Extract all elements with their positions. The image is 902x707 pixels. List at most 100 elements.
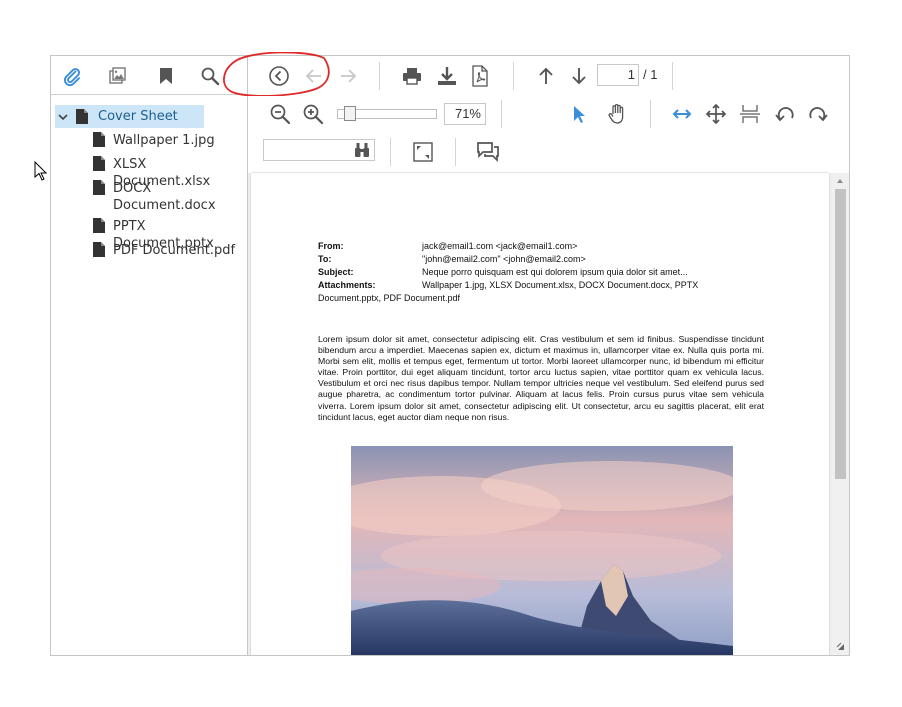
header-value: jack@email1.com <jack@email1.com>	[422, 241, 578, 251]
zoom-slider-thumb[interactable]	[344, 106, 356, 121]
document-icon	[93, 242, 105, 257]
vertical-scrollbar[interactable]	[832, 173, 848, 655]
history-forward-button[interactable]	[336, 64, 360, 88]
header-key: From:	[318, 241, 344, 251]
page-split-icon	[740, 105, 760, 123]
pan-tool-button[interactable]	[605, 102, 629, 126]
toolbar: 1 / 1 71%	[248, 56, 849, 173]
printer-icon	[403, 68, 421, 85]
rotate-right-icon	[809, 107, 828, 122]
find-button[interactable]	[352, 140, 372, 160]
images-icon	[109, 67, 126, 84]
fit-page-button[interactable]	[704, 102, 728, 126]
arrow-down-icon	[572, 68, 586, 85]
hand-icon	[608, 104, 624, 124]
fullscreen-button[interactable]	[411, 140, 435, 164]
annotation-highlight	[223, 52, 330, 96]
page-total: / 1	[643, 67, 658, 82]
tree-item-cover-sheet[interactable]: Cover Sheet	[55, 105, 204, 128]
toolbar-separator	[390, 138, 391, 166]
toolbar-separator	[455, 138, 456, 166]
toolbar-separator	[650, 100, 651, 128]
binoculars-icon	[355, 143, 369, 157]
header-value: "john@email2.com" <john@email2.com>	[422, 254, 586, 264]
sidebar: Cover Sheet Wallpaper 1.jpg XLSX Documen…	[51, 56, 248, 655]
mountain-photo	[351, 446, 733, 655]
resize-grip-icon[interactable]	[835, 641, 847, 653]
bookmark-icon	[160, 68, 172, 84]
search-icon	[201, 67, 220, 86]
download-pdf-button[interactable]	[468, 64, 492, 88]
zoom-level-input[interactable]: 71%	[444, 103, 486, 125]
document-icon	[93, 156, 105, 171]
tree-item-label: Wallpaper 1.jpg	[113, 133, 215, 148]
zoom-out-button[interactable]	[268, 102, 292, 126]
attachments-tab[interactable]	[59, 63, 85, 89]
toolbar-separator	[379, 62, 380, 90]
arrows-move-icon	[705, 103, 727, 125]
header-key: Attachments:	[318, 280, 376, 290]
header-row-subject: Subject: Neque porro quisquam est qui do…	[318, 266, 778, 279]
zoom-in-icon	[303, 104, 324, 125]
header-value: Neque porro quisquam est qui dolorem ips…	[422, 267, 688, 277]
bookmarks-tab[interactable]	[153, 63, 179, 89]
tree-item-label: Cover Sheet	[98, 109, 178, 124]
header-row-from: From: jack@email1.com <jack@email1.com>	[318, 240, 778, 253]
scroll-up-icon[interactable]	[832, 175, 848, 187]
rotate-left-button[interactable]	[773, 102, 797, 126]
tree-item-label-line1: DOCX	[113, 181, 152, 196]
header-row-to: To: "john@email2.com" <john@email2.com>	[318, 253, 778, 266]
comments-button[interactable]	[476, 140, 500, 164]
rotate-right-button[interactable]	[806, 102, 830, 126]
cursor-arrow-icon	[574, 106, 585, 123]
tree-item-label: DOCX Document.docx	[113, 180, 216, 214]
zoom-in-button[interactable]	[301, 102, 325, 126]
arrow-up-icon	[539, 67, 553, 84]
header-value: Wallpaper 1.jpg, XLSX Document.xlsx, DOC…	[422, 280, 699, 290]
document-page: From: jack@email1.com <jack@email1.com> …	[251, 173, 829, 655]
header-key: Subject:	[318, 267, 354, 277]
mouse-cursor-icon	[34, 161, 48, 181]
header-key: To:	[318, 254, 332, 264]
document-icon	[93, 180, 105, 195]
page-layout-button[interactable]	[738, 102, 762, 126]
download-button[interactable]	[435, 64, 459, 88]
scrollbar-thumb[interactable]	[835, 189, 846, 479]
paperclip-icon	[64, 68, 80, 86]
page-number-input[interactable]: 1	[597, 64, 639, 86]
chevron-down-icon[interactable]	[57, 111, 69, 123]
attachments-continued: Document.pptx, PDF Document.pdf	[318, 293, 461, 303]
previous-page-button[interactable]	[534, 64, 558, 88]
expand-icon	[413, 142, 433, 162]
arrow-right-icon	[341, 69, 357, 83]
document-icon	[93, 132, 105, 147]
mountain-image	[351, 446, 733, 655]
download-icon	[438, 67, 456, 85]
zoom-out-icon	[270, 104, 291, 125]
pdf-file-icon	[472, 65, 488, 87]
tree-item-label-line2: Document.docx	[113, 198, 216, 213]
header-row-attachments: Attachments: Wallpaper 1.jpg, XLSX Docum…	[318, 279, 778, 292]
toolbar-separator	[672, 62, 673, 90]
print-button[interactable]	[400, 64, 424, 88]
comments-icon	[477, 142, 499, 163]
email-body: Lorem ipsum dolor sit amet, consectetur …	[318, 334, 764, 422]
tree-item-wallpaper[interactable]: Wallpaper 1.jpg	[93, 132, 215, 149]
tree-item-docx[interactable]: DOCX Document.docx	[93, 180, 216, 214]
document-icon	[93, 218, 105, 233]
email-header: From: jack@email1.com <jack@email1.com> …	[318, 240, 778, 292]
toolbar-separator	[513, 62, 514, 90]
document-viewer: Cover Sheet Wallpaper 1.jpg XLSX Documen…	[50, 55, 850, 656]
sidebar-tabs	[51, 56, 247, 95]
fit-width-button[interactable]	[670, 102, 694, 126]
next-page-button[interactable]	[567, 64, 591, 88]
toolbar-separator	[501, 100, 502, 128]
tree-item-pdf[interactable]: PDF Document.pdf	[93, 242, 235, 259]
rotate-left-icon	[775, 107, 794, 122]
document-icon	[76, 109, 88, 124]
tree-item-label: PDF Document.pdf	[113, 243, 236, 258]
document-area: From: jack@email1.com <jack@email1.com> …	[248, 173, 849, 655]
thumbnails-tab[interactable]	[105, 63, 131, 89]
arrows-horizontal-icon	[672, 109, 692, 119]
select-tool-button[interactable]	[567, 102, 591, 126]
